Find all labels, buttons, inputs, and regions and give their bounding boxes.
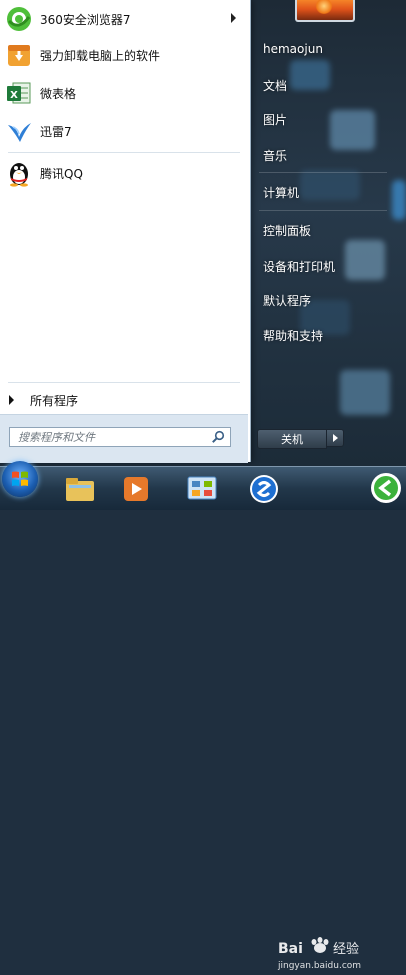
start-menu: 360安全浏览器7 强力卸载电脑上的软件 X 微表格 迅雷7 腾讯QQ 所有程序… (0, 0, 251, 463)
right-item-control-panel[interactable]: 控制面板 (255, 216, 395, 244)
start-orb-button[interactable] (2, 461, 38, 497)
taskbar: Bai 经验 jingyan.baidu.com (0, 461, 406, 971)
program-label: 腾讯QQ (40, 166, 83, 181)
music-label: 音乐 (263, 148, 288, 163)
right-pane-divider (259, 172, 387, 173)
devices-printers-label: 设备和打印机 (263, 259, 336, 274)
right-item-documents[interactable]: 文档 (255, 71, 395, 99)
all-programs-divider (8, 382, 240, 383)
search-input[interactable] (18, 428, 208, 446)
chevron-right-icon (333, 434, 338, 442)
start-menu-right-pane: hemaojun 文档 图片 音乐 计算机 控制面板 设备和打印机 默认程序 帮… (251, 0, 406, 462)
right-item-devices-printers[interactable]: 设备和打印机 (255, 252, 395, 280)
right-item-help-support[interactable]: 帮助和支持 (255, 321, 395, 349)
program-item-qq[interactable]: 腾讯QQ (0, 155, 246, 191)
pictures-label: 图片 (263, 112, 288, 127)
username-label: hemaojun (263, 42, 323, 56)
uninstaller-icon (8, 45, 30, 66)
program-label: 微表格 (40, 86, 77, 101)
control-panel-label: 控制面板 (263, 223, 312, 238)
thunder-bird-icon (8, 123, 31, 142)
submenu-arrow-icon[interactable] (231, 13, 236, 23)
program-item-spreadsheet[interactable]: X 微表格 (0, 75, 246, 111)
all-programs-button[interactable]: 所有程序 (0, 388, 246, 412)
search-icon[interactable] (211, 430, 225, 444)
right-item-pictures[interactable]: 图片 (255, 105, 395, 133)
computer-label: 计算机 (263, 185, 300, 200)
expand-arrow-icon (9, 395, 14, 405)
svg-text:Bai: Bai (278, 941, 303, 957)
right-item-music[interactable]: 音乐 (255, 141, 395, 169)
documents-label: 文档 (263, 78, 288, 93)
right-item-user[interactable]: hemaojun (255, 35, 395, 63)
control-panel-app-icon[interactable] (184, 471, 220, 507)
spreadsheet-icon: X (7, 82, 31, 104)
360-green-app-icon[interactable] (368, 470, 404, 506)
shutdown-button[interactable]: 关机 (257, 429, 327, 449)
user-avatar[interactable] (295, 0, 355, 22)
program-label: 强力卸载电脑上的软件 (40, 48, 161, 63)
search-area (0, 414, 248, 463)
svg-text:经验: 经验 (333, 941, 359, 957)
qq-penguin-icon (10, 163, 28, 187)
right-item-default-programs[interactable]: 默认程序 (255, 286, 395, 314)
svg-text:jingyan.baidu.com: jingyan.baidu.com (277, 961, 361, 971)
sogou-browser-icon[interactable] (246, 471, 282, 507)
program-label: 360安全浏览器7 (40, 12, 131, 27)
program-label: 迅雷7 (40, 124, 72, 139)
shutdown-options-button[interactable] (326, 429, 344, 447)
media-player-icon[interactable] (118, 471, 154, 507)
windows-logo-icon (12, 471, 28, 486)
360-browser-icon (7, 7, 31, 31)
help-support-label: 帮助和支持 (263, 328, 324, 343)
search-box[interactable] (9, 427, 231, 447)
program-item-uninstaller[interactable]: 强力卸载电脑上的软件 (0, 37, 246, 73)
default-programs-label: 默认程序 (263, 293, 312, 308)
program-item-360-browser[interactable]: 360安全浏览器7 (0, 1, 246, 37)
program-item-thunder[interactable]: 迅雷7 (0, 113, 246, 149)
right-item-computer[interactable]: 计算机 (255, 178, 395, 206)
right-pane-divider (259, 210, 387, 211)
all-programs-label: 所有程序 (30, 393, 79, 408)
file-explorer-icon[interactable] (62, 471, 98, 507)
program-list-divider (8, 152, 240, 153)
baidu-watermark-logo: Bai 经验 jingyan.baidu.com (277, 937, 361, 971)
svg-text:X: X (10, 90, 18, 101)
